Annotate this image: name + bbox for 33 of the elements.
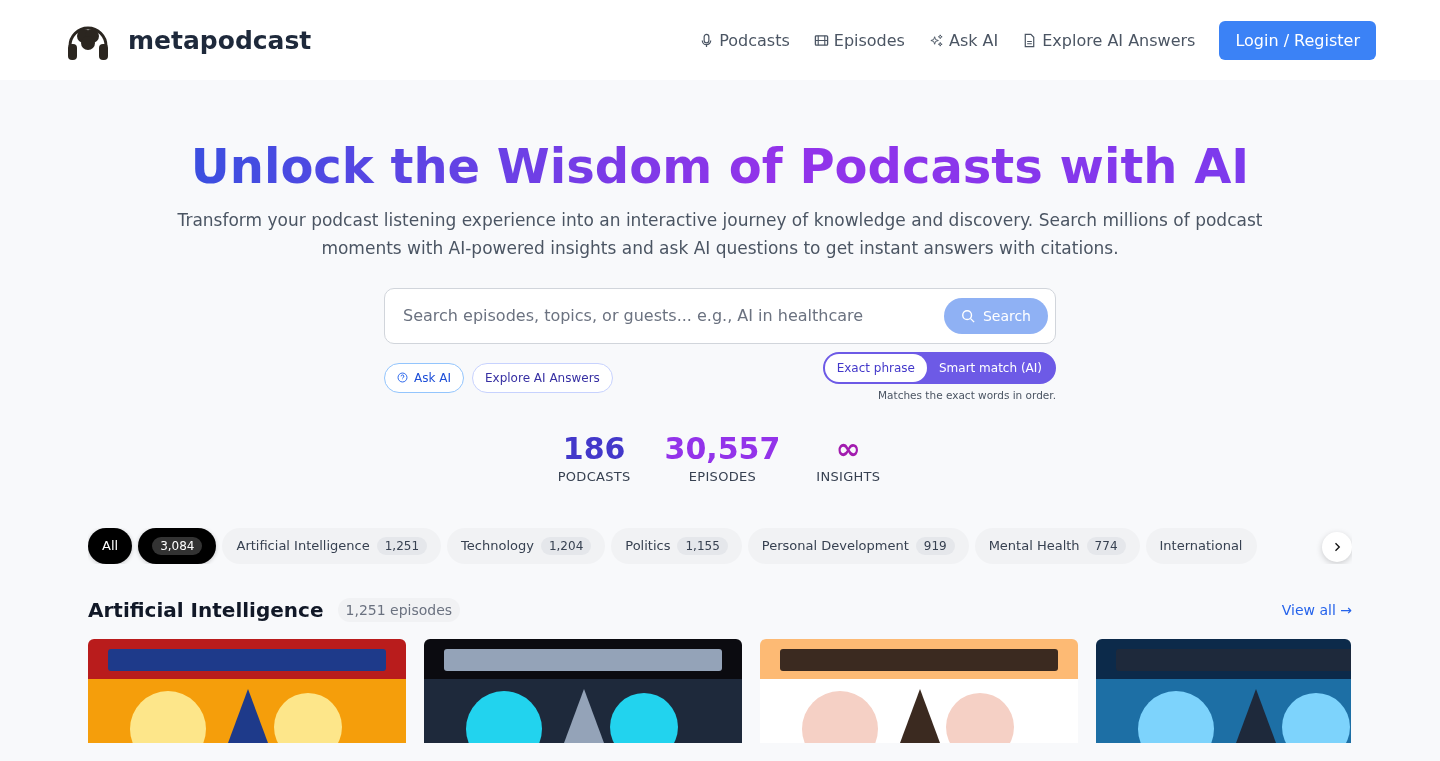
category-chip[interactable]: All xyxy=(88,527,133,564)
stat-label: EPISODES xyxy=(688,468,757,484)
hero-subtitle: Transform your podcast listening experience into an interactive journey of knowledge and discovery. Search millions of podcast moments with AI-powered insights and ask AI questions to get instant answers with citations. xyxy=(176,208,1264,260)
category-chip[interactable]: Personal Development 919 xyxy=(747,527,969,564)
view-all-link[interactable]: View all → xyxy=(1281,601,1352,618)
stat-value: ∞ xyxy=(835,430,861,467)
nav-link[interactable]: Ask AI xyxy=(928,30,999,50)
nav-link[interactable]: Episodes xyxy=(813,30,905,50)
episode-count: 1,251 episodes xyxy=(337,597,461,622)
category-chip[interactable]: 3,084 xyxy=(138,527,217,564)
stat-value: 30,557 xyxy=(664,430,781,467)
pill-link[interactable]: Ask AI xyxy=(384,362,464,393)
help-icon xyxy=(397,372,408,384)
login-button[interactable]: Login / Register xyxy=(1219,20,1376,60)
category-chip[interactable]: International xyxy=(1145,527,1257,564)
stat-label: PODCASTS xyxy=(557,468,631,484)
brand-name[interactable]: metapodcast xyxy=(128,25,312,55)
stat-value: 186 xyxy=(562,430,626,467)
category-chip[interactable]: Technology 1,204 xyxy=(447,527,606,564)
category-chip[interactable]: Artificial Intelligence 1,251 xyxy=(222,527,442,564)
search-icon xyxy=(960,308,975,323)
category-chip[interactable]: Politics 1,155 xyxy=(611,527,742,564)
mode-option[interactable]: Smart match (AI) xyxy=(927,353,1054,382)
film-icon xyxy=(813,32,829,48)
mode-option[interactable]: Exact phrase xyxy=(824,353,927,382)
sparkles-icon xyxy=(928,32,944,48)
mode-hint: Matches the exact words in order. xyxy=(878,388,1056,401)
stat-label: INSIGHTS xyxy=(816,468,881,484)
pill-link[interactable]: Explore AI Answers xyxy=(472,362,613,393)
category-chip[interactable]: Mental Health 774 xyxy=(974,527,1140,564)
nav-link[interactable]: Explore AI Answers xyxy=(1022,30,1196,50)
section-title: Artificial Intelligence xyxy=(88,597,324,622)
nav-link[interactable]: Podcasts xyxy=(699,30,790,50)
